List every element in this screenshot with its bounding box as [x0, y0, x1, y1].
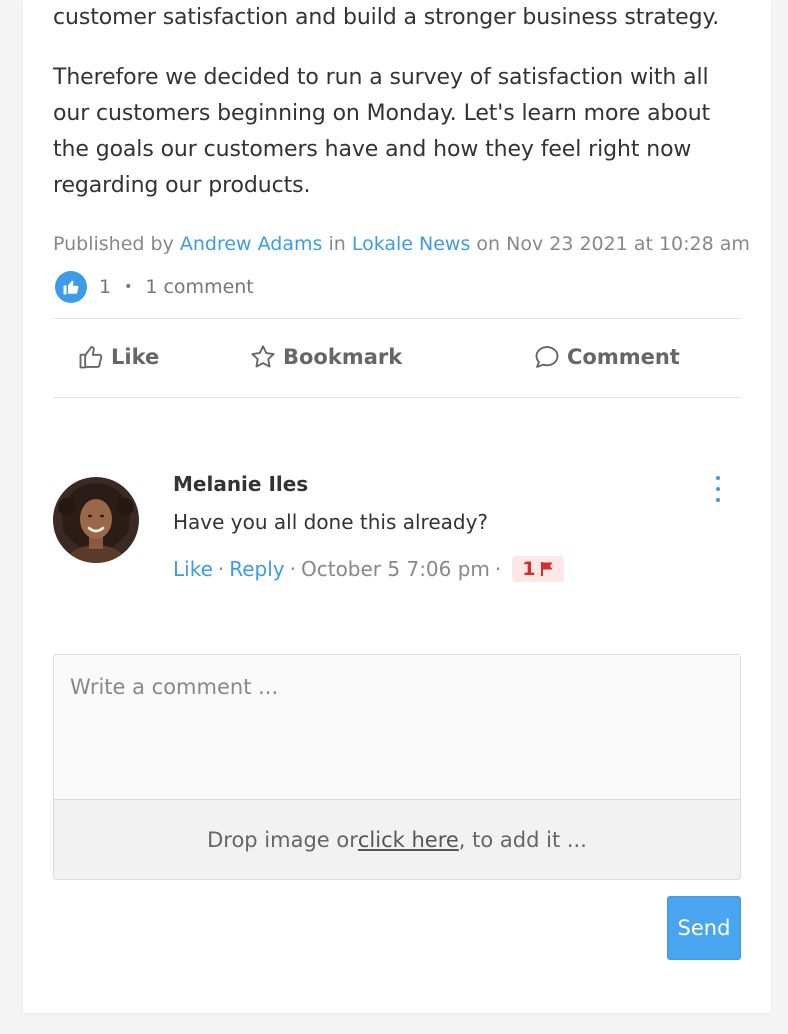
- comment-label: Comment: [567, 345, 680, 369]
- stat-separator: •: [124, 279, 133, 295]
- upload-link[interactable]: click here: [358, 828, 459, 852]
- comment-input[interactable]: [53, 654, 741, 799]
- comment-time: October 5 7:06 pm: [300, 557, 490, 581]
- post-actions: Like Bookmark Comment: [53, 319, 741, 397]
- comment-count[interactable]: 1 comment: [145, 276, 253, 298]
- comment-reply-link[interactable]: Reply: [229, 557, 284, 581]
- like-label: Like: [111, 345, 160, 369]
- category-link[interactable]: Lokale News: [352, 233, 471, 255]
- more-options-icon[interactable]: [713, 476, 723, 502]
- comment-item: Melanie Iles Have you all done this alre…: [53, 470, 741, 600]
- post-paragraph: Therefore we decided to run a survey of …: [53, 65, 711, 198]
- bookmark-button[interactable]: Bookmark: [249, 343, 402, 371]
- published-prefix: Published by: [53, 233, 180, 255]
- post-card: customer satisfaction and build a strong…: [23, 0, 771, 1013]
- like-count[interactable]: 1: [99, 276, 111, 298]
- star-icon: [251, 345, 275, 368]
- like-button[interactable]: Like: [77, 343, 159, 371]
- comment-text: Have you all done this already?: [173, 510, 489, 534]
- speech-bubble-icon: [535, 346, 559, 368]
- meta-separator: ·: [217, 557, 225, 581]
- flag-icon: [540, 562, 553, 576]
- drop-prefix: Drop image or: [207, 827, 358, 852]
- divider: [53, 397, 741, 398]
- flag-count: 1: [522, 558, 536, 580]
- comment-like-link[interactable]: Like: [173, 557, 213, 581]
- comment-button[interactable]: Comment: [533, 343, 680, 371]
- thumbs-up-icon: [79, 345, 103, 369]
- bookmark-label: Bookmark: [283, 345, 403, 369]
- thumbs-up-badge-icon[interactable]: [55, 271, 87, 303]
- comment-meta: Like · Reply · October 5 7:06 pm · 1: [173, 556, 564, 582]
- post-meta: Published by Andrew Adams in Lokale News…: [53, 230, 750, 258]
- author-link[interactable]: Andrew Adams: [180, 233, 323, 255]
- post-date: on Nov 23 2021 at 10:28 am: [470, 233, 750, 255]
- drop-suffix: , to add it ...: [458, 827, 587, 852]
- in-text: in: [322, 233, 352, 255]
- meta-separator: ·: [289, 557, 296, 581]
- image-dropzone[interactable]: Drop image or click here, to add it ...: [53, 799, 741, 880]
- send-button[interactable]: Send: [667, 896, 741, 960]
- avatar[interactable]: [53, 477, 139, 563]
- post-paragraph: customer satisfaction and build a strong…: [53, 5, 720, 30]
- comment-author[interactable]: Melanie Iles: [173, 472, 308, 496]
- flag-badge[interactable]: 1: [512, 556, 564, 582]
- post-stats: 1 • 1 comment: [55, 271, 254, 303]
- meta-separator: ·: [494, 557, 502, 581]
